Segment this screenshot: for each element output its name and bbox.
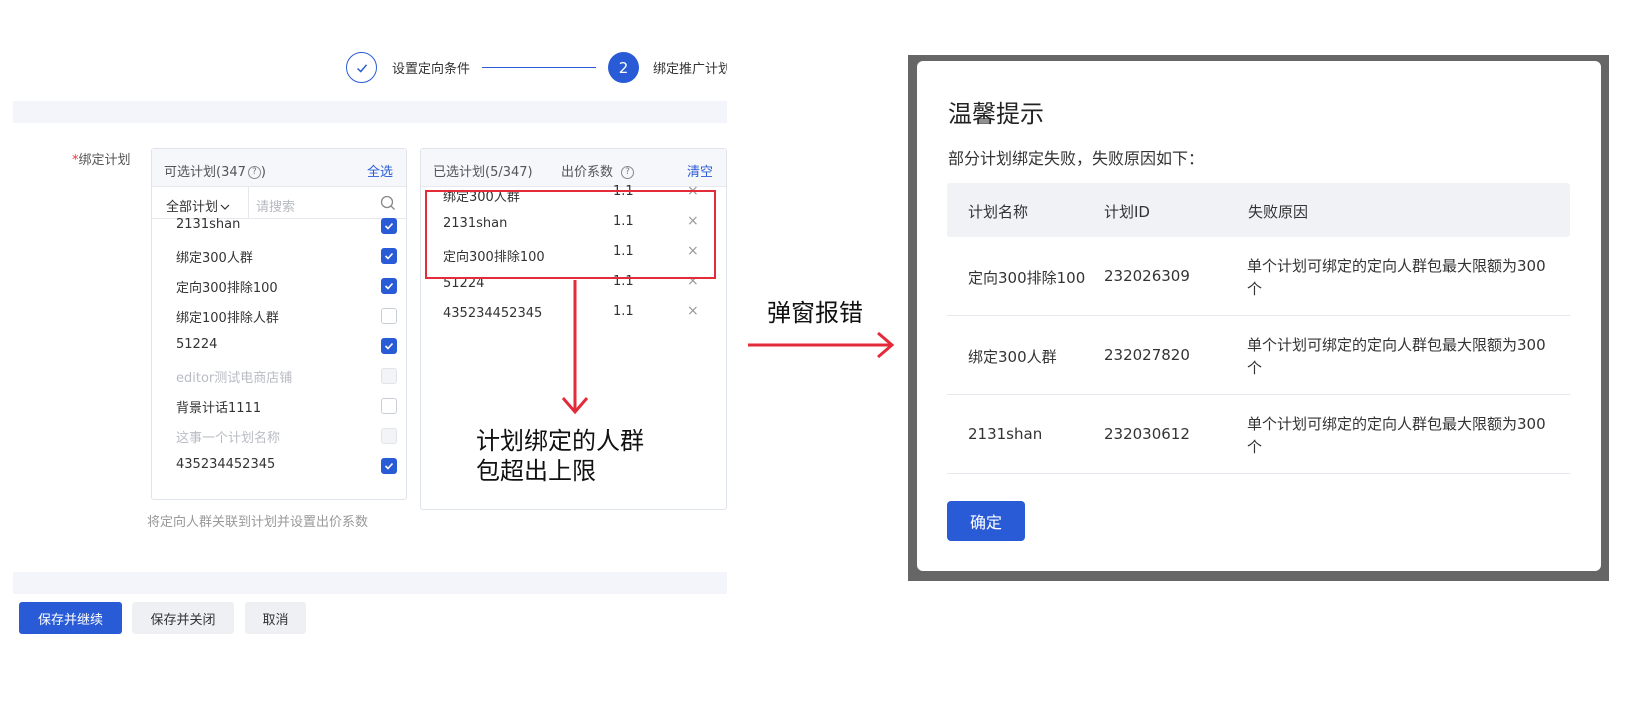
plan-checkbox[interactable] bbox=[381, 398, 397, 414]
plan-option-label[interactable]: 绑定300人群 bbox=[176, 247, 253, 266]
cancel-button[interactable]: 取消 bbox=[245, 602, 306, 634]
right-arrow-icon bbox=[748, 331, 895, 359]
plan-name-cell: 2131shan bbox=[968, 425, 1043, 443]
check-icon bbox=[356, 63, 367, 73]
step-2-clip: 绑定推广计划 bbox=[653, 54, 727, 76]
plan-option-label[interactable]: 435234452345 bbox=[176, 457, 275, 472]
annotation-note: 计划绑定的人群 包超出上限 bbox=[476, 427, 644, 485]
form-hint: 将定向人群关联到计划并设置出价系数 bbox=[147, 515, 369, 530]
modal-subtitle: 部分计划绑定失败，失败原因如下： bbox=[948, 149, 1205, 168]
plan-checkbox[interactable] bbox=[381, 458, 397, 474]
table-header: 计划名称 计划ID 失败原因 bbox=[947, 183, 1570, 237]
table-row: 定向300排除100 232026309 单个计划可绑定的定向人群包最大限额为300… bbox=[947, 237, 1570, 316]
bottom-divider-band bbox=[13, 572, 727, 594]
available-plans-title: 可选计划(347?) bbox=[164, 165, 266, 180]
plan-id-cell: 232030612 bbox=[1104, 425, 1190, 443]
plan-checkbox[interactable] bbox=[381, 218, 397, 234]
selected-plans-header: 已选计划(5/347) 出价系数? 清空 bbox=[421, 149, 726, 187]
check-icon bbox=[384, 222, 394, 230]
save-close-button[interactable]: 保存并关闭 bbox=[132, 602, 234, 634]
clear-link[interactable]: 清空 bbox=[687, 161, 713, 180]
table-row: 2131shan 232030612 单个计划可绑定的定向人群包最大限额为300个 bbox=[947, 395, 1570, 474]
step-connector bbox=[482, 67, 596, 68]
plan-name-cell: 绑定300人群 bbox=[968, 348, 1057, 366]
available-plans-header: 可选计划(347?) 全选 bbox=[152, 149, 406, 187]
search-icon[interactable] bbox=[380, 195, 396, 211]
plan-checkbox[interactable] bbox=[381, 338, 397, 354]
check-icon bbox=[384, 282, 394, 290]
plan-id-cell: 232026309 bbox=[1104, 267, 1190, 285]
plan-option-label[interactable]: 2131shan bbox=[176, 217, 240, 232]
plan-checkbox[interactable] bbox=[381, 248, 397, 264]
top-divider-band bbox=[13, 101, 727, 123]
step-1-check-icon bbox=[346, 52, 377, 83]
plan-checkbox[interactable] bbox=[381, 278, 397, 294]
chevron-down-icon bbox=[220, 204, 230, 210]
plan-option-label[interactable]: 背景计话1111 bbox=[176, 397, 261, 416]
confirm-button[interactable]: 确定 bbox=[947, 501, 1025, 541]
step-2-label: 绑定推广计划 bbox=[653, 62, 727, 76]
select-all-link[interactable]: 全选 bbox=[367, 161, 393, 180]
plan-option-label[interactable]: 定向300排除100 bbox=[176, 277, 278, 296]
warning-modal: 温馨提示 部分计划绑定失败，失败原因如下： 计划名称 计划ID 失败原因 定向3… bbox=[917, 61, 1601, 571]
check-icon bbox=[384, 252, 394, 260]
selected-plans-title: 已选计划(5/347) bbox=[433, 165, 533, 180]
bid-coef-header: 出价系数? bbox=[561, 161, 635, 180]
check-icon bbox=[384, 462, 394, 470]
save-continue-button[interactable]: 保存并继续 bbox=[19, 602, 122, 634]
plan-name-cell: 定向300排除100 bbox=[968, 269, 1086, 287]
help-icon[interactable]: ? bbox=[621, 166, 635, 179]
search-input[interactable]: 请搜索 bbox=[256, 196, 295, 215]
failure-reason-cell: 单个计划可绑定的定向人群包最大限额为300个 bbox=[1247, 257, 1546, 298]
failure-reason-cell: 单个计划可绑定的定向人群包最大限额为300个 bbox=[1247, 336, 1546, 377]
plan-option-label[interactable]: 这事一个计划名称 bbox=[176, 427, 280, 446]
column-header: 失败原因 bbox=[1248, 203, 1309, 221]
bid-coef-value[interactable]: 1.1 bbox=[613, 304, 634, 319]
filter-divider bbox=[248, 187, 249, 219]
column-header: 计划名称 bbox=[968, 203, 1029, 221]
step-1-label: 设置定向条件 bbox=[392, 62, 471, 77]
available-plans-panel: 可选计划(347?) 全选 全部计划 请搜索 2131shan 绑定300人群定向… bbox=[151, 148, 407, 500]
down-arrow-icon bbox=[561, 280, 589, 415]
plan-id-cell: 232027820 bbox=[1104, 346, 1190, 364]
step-2-number: 2 bbox=[608, 52, 639, 83]
plan-checkbox bbox=[381, 368, 397, 384]
plan-option-label[interactable]: 绑定100排除人群 bbox=[176, 307, 279, 326]
selected-plan-name: 435234452345 bbox=[443, 306, 543, 321]
failure-reason-cell: 单个计划可绑定的定向人群包最大限额为300个 bbox=[1247, 415, 1546, 456]
check-icon bbox=[384, 342, 394, 350]
plan-option-label[interactable]: editor测试电商店铺 bbox=[176, 367, 292, 386]
column-header: 计划ID bbox=[1104, 203, 1150, 221]
bind-plan-label: *绑定计划 bbox=[72, 153, 131, 168]
help-icon[interactable]: ? bbox=[247, 166, 261, 179]
modal-title: 温馨提示 bbox=[948, 100, 1044, 128]
plan-filter-dropdown[interactable]: 全部计划 bbox=[166, 196, 230, 215]
table-row: 绑定300人群 232027820 单个计划可绑定的定向人群包最大限额为300个 bbox=[947, 316, 1570, 395]
remove-icon[interactable]: × bbox=[687, 303, 699, 319]
plan-checkbox bbox=[381, 428, 397, 444]
arrow-label: 弹窗报错 bbox=[767, 299, 863, 327]
filter-row: 全部计划 请搜索 bbox=[152, 187, 406, 219]
plan-checkbox[interactable] bbox=[381, 308, 397, 324]
plan-option-label[interactable]: 51224 bbox=[176, 337, 217, 352]
error-highlight-box bbox=[425, 190, 716, 279]
